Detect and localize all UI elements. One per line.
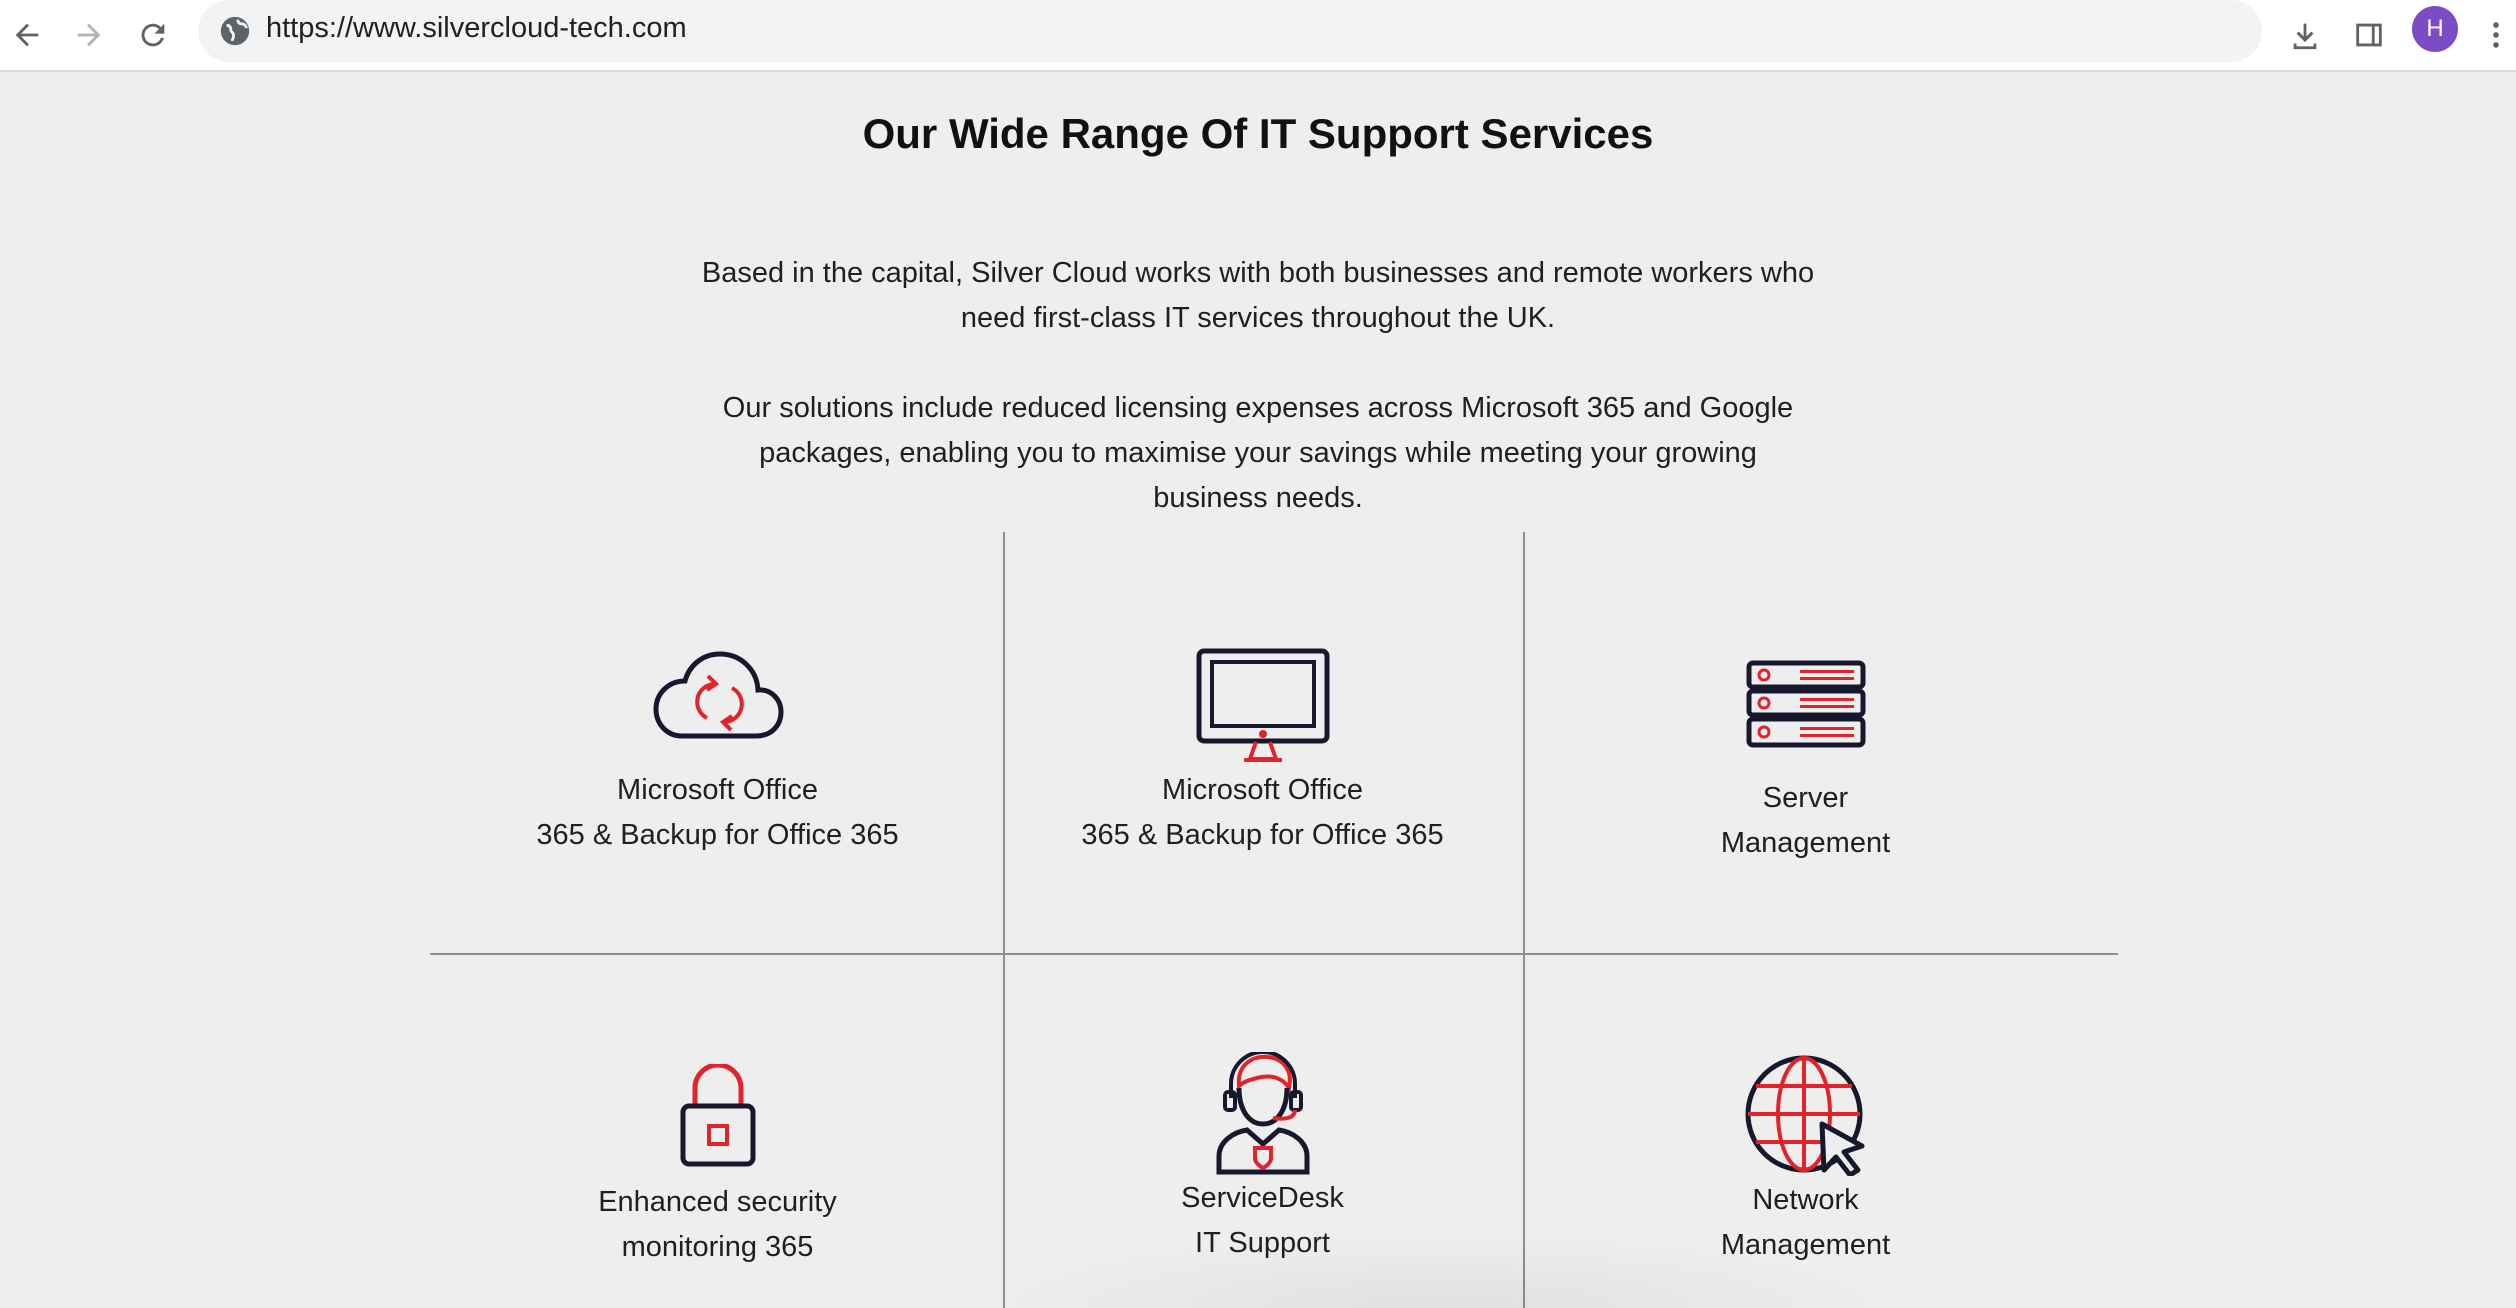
grid-divider-horizontal [430,953,2118,955]
intro-paragraph-2: Our solutions include reduced licensing … [600,386,1916,521]
menu-button[interactable] [2476,8,2516,62]
monitor-icon [1196,648,1329,762]
server-icon [1746,660,1865,748]
side-panel-icon [2356,23,2382,47]
service-tile[interactable]: Microsoft Office 365 & Backup for Office… [990,646,1535,858]
intro-1-line-1: Based in the capital, Silver Cloud works… [701,257,1815,289]
service-title-line-2: 365 & Backup for Office 365 [1081,819,1444,851]
intro-2-line-3: business needs. [1153,482,1363,514]
profile-avatar[interactable]: H [2412,6,2458,52]
intro-2-line-1: Our solutions include reduced licensing … [722,392,1794,424]
bottom-shadow [960,1230,1920,1308]
service-title-line-1: Microsoft Office [1162,774,1363,806]
forward-arrow-icon [77,23,101,47]
globe-cursor-icon [1745,1055,1864,1176]
download-icon [2293,23,2317,50]
browser-toolbar: https://www.silvercloud-tech.com H [0,0,2516,72]
service-title-line-1: Enhanced security [598,1186,837,1218]
support-agent-icon [1216,1052,1309,1175]
download-button[interactable] [2278,8,2332,62]
service-title-line-1: Server [1762,782,1849,814]
reload-button[interactable] [126,8,180,62]
back-button[interactable] [0,8,54,62]
cloud-sync-icon [652,651,784,739]
side-panel-button[interactable] [2342,8,2396,62]
url-text: https://www.silvercloud-tech.com [266,12,687,44]
intro-2-line-2: packages, enabling you to maximise your … [759,437,1757,469]
padlock-icon [680,1064,755,1167]
service-title-line-2: monitoring 365 [621,1231,814,1263]
reload-icon [141,23,165,47]
service-title-line-2: 365 & Backup for Office 365 [536,819,899,851]
service-tile[interactable]: Enhanced security monitoring 365 [445,1064,990,1270]
globe-site-icon [220,16,250,46]
intro-1-line-2: need first-class IT services throughout … [960,302,1556,334]
more-vert-icon [2493,22,2499,48]
intro-paragraph-1: Based in the capital, Silver Cloud works… [600,251,1916,341]
service-tile[interactable]: Microsoft Office 365 & Backup for Office… [445,648,990,858]
forward-button[interactable] [62,8,116,62]
service-title-line-1: Network [1752,1184,1859,1216]
page-title: Our Wide Range Of IT Support Services [862,110,1654,157]
back-arrow-icon [15,23,39,47]
address-bar[interactable]: https://www.silvercloud-tech.com [198,0,2262,62]
service-title-line-1: ServiceDesk [1181,1182,1344,1214]
service-title-line-1: Microsoft Office [617,774,818,806]
service-title-line-2: Management [1720,827,1891,859]
service-tile[interactable]: Server Management [1533,660,2078,866]
